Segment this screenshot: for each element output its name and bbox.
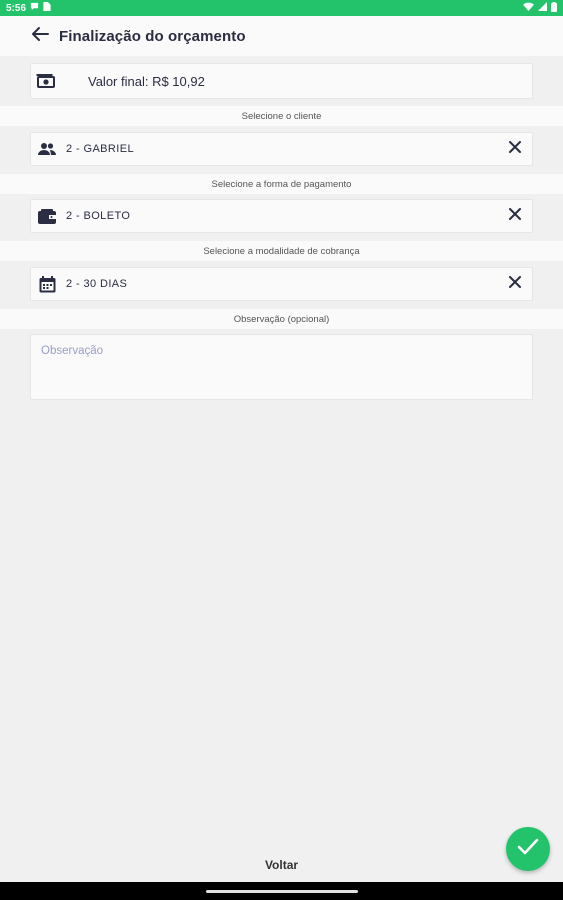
observation-input[interactable]: [41, 345, 522, 389]
status-time: 5:56: [6, 2, 27, 14]
client-section-label: Selecione o cliente: [241, 111, 322, 122]
total-value-text: Valor final: R$ 10,92: [88, 73, 205, 89]
back-arrow-icon: [31, 26, 49, 47]
close-icon: [509, 140, 521, 158]
wifi-icon: [523, 2, 534, 14]
payment-value: 2 - BOLETO: [66, 210, 131, 222]
billing-value: 2 - 30 DIAS: [66, 278, 128, 290]
status-bar: 5:56: [0, 0, 563, 16]
client-select[interactable]: 2 - GABRIEL: [30, 132, 533, 166]
observation-field[interactable]: [30, 334, 533, 400]
clear-billing-button[interactable]: [506, 275, 524, 293]
payment-select[interactable]: 2 - BOLETO: [30, 199, 533, 233]
signal-icon: [538, 2, 547, 14]
client-value: 2 - GABRIEL: [66, 143, 134, 155]
total-value-card: Valor final: R$ 10,92: [30, 63, 533, 99]
system-nav-bar: [0, 882, 563, 900]
money-icon: [36, 71, 56, 91]
close-icon: [509, 207, 521, 225]
back-button[interactable]: [26, 22, 54, 50]
home-indicator[interactable]: [205, 889, 358, 893]
clear-client-button[interactable]: [506, 140, 524, 158]
people-icon: [37, 139, 57, 159]
payment-section-label: Selecione a forma de pagamento: [211, 179, 352, 190]
page-title: Finalização do orçamento: [59, 27, 246, 45]
clear-payment-button[interactable]: [506, 207, 524, 225]
app-bar: Finalização do orçamento: [0, 16, 563, 56]
wallet-icon: [37, 206, 57, 226]
chat-notification-icon: [30, 2, 39, 14]
billing-section-label: Selecione a modalidade de cobrança: [203, 246, 360, 257]
observation-section-label: Observação (opcional): [233, 314, 330, 325]
voltar-button[interactable]: Voltar: [0, 858, 563, 872]
check-icon: [517, 838, 539, 861]
billing-select[interactable]: 2 - 30 DIAS: [30, 267, 533, 301]
file-notification-icon: [43, 2, 51, 14]
close-icon: [509, 275, 521, 293]
battery-icon: [551, 1, 557, 15]
confirm-button[interactable]: [506, 827, 550, 871]
calendar-icon: [37, 274, 57, 294]
